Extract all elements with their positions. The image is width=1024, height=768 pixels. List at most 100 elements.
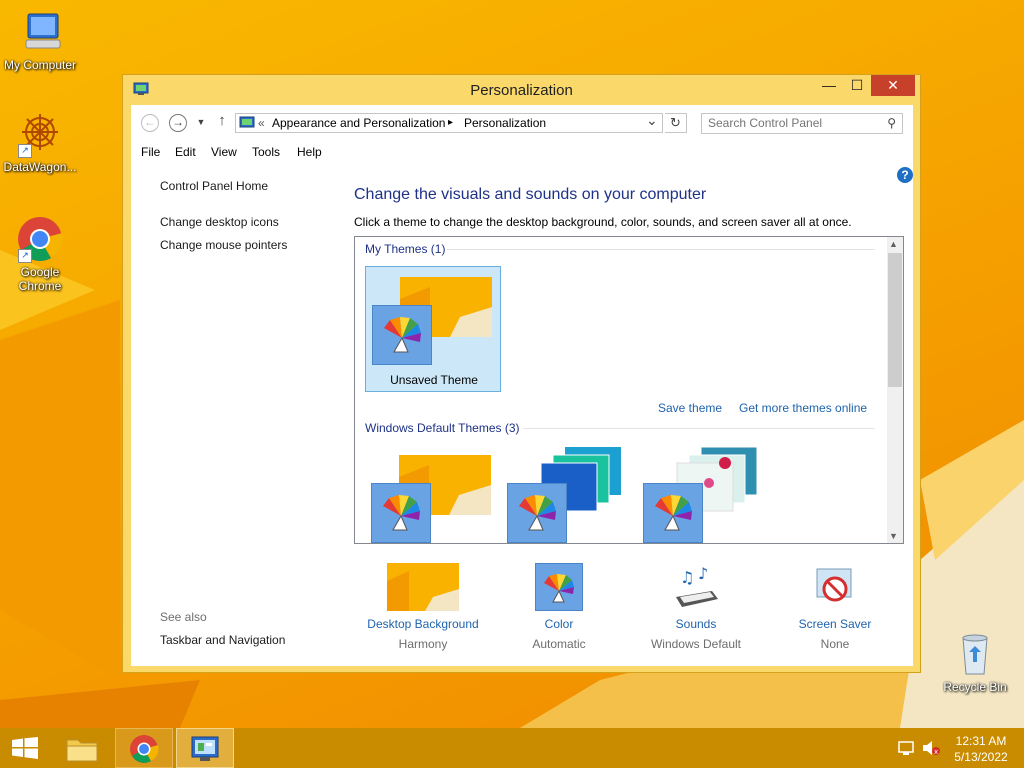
taskbar-navigation-link[interactable]: Taskbar and Navigation <box>160 633 285 647</box>
desktop: My Computer ↗ DataWagon... ↗ Google Chro… <box>0 0 1024 728</box>
recent-locations-chevron-icon[interactable]: ▼ <box>195 115 207 133</box>
shortcut-arrow-icon: ↗ <box>18 144 32 158</box>
page-heading: Change the visuals and sounds on your co… <box>354 186 707 203</box>
svg-text:♫: ♫ <box>680 568 694 587</box>
theme-lines-and-colors[interactable] <box>501 445 637 543</box>
close-button[interactable]: ✕ <box>871 75 915 96</box>
default-themes-title: Windows Default Themes (3) <box>365 421 520 435</box>
breadcrumb-overflow-icon[interactable]: « <box>258 116 265 130</box>
forward-arrow-icon[interactable]: → <box>169 114 187 132</box>
menu-tools[interactable]: Tools <box>252 145 280 159</box>
chrome-icon <box>129 734 159 767</box>
breadcrumb-appearance[interactable]: Appearance and Personalization <box>272 116 445 130</box>
theme-unsaved[interactable]: Unsaved Theme <box>365 266 501 392</box>
folder-icon <box>66 734 98 765</box>
setting-label[interactable]: Color <box>489 617 629 631</box>
up-arrow-icon[interactable]: ↑ <box>215 113 229 131</box>
help-icon[interactable]: ? <box>897 167 913 183</box>
color-palette-icon <box>371 483 431 543</box>
desktop-icon-label: Recycle Bin <box>943 680 1007 694</box>
search-box[interactable]: ⚲ <box>701 113 903 134</box>
menu-help[interactable]: Help <box>297 145 322 159</box>
divider <box>447 249 875 250</box>
address-bar[interactable]: « Appearance and Personalization ▸ Perso… <box>235 112 663 133</box>
see-also-label: See also <box>160 610 207 624</box>
taskbar-control-panel[interactable] <box>176 728 234 768</box>
change-desktop-icons-link[interactable]: Change desktop icons <box>160 215 279 229</box>
desktop-icon-label: DataWagon... <box>3 160 77 174</box>
sounds-icon: ♫ ♪ <box>672 563 720 611</box>
shortcut-arrow-icon: ↗ <box>18 249 32 263</box>
color-setting[interactable]: Color Automatic <box>489 563 629 651</box>
desktop-icon-label: Google Chrome <box>18 265 62 293</box>
taskbar: x 12:31 AM 5/13/2022 <box>0 728 1024 768</box>
control-panel-icon <box>190 735 220 766</box>
setting-label[interactable]: Sounds <box>626 617 766 631</box>
color-palette-icon <box>507 483 567 543</box>
save-theme-link[interactable]: Save theme <box>658 401 722 415</box>
desktop-background-icon <box>387 563 459 611</box>
datawagon-icon: ↗ <box>16 110 64 158</box>
clock-time: 12:31 AM <box>955 734 1007 748</box>
menu-file[interactable]: File <box>141 145 160 159</box>
search-icon[interactable]: ⚲ <box>887 116 896 130</box>
color-palette-icon <box>372 305 432 365</box>
desktop-icon-chrome[interactable]: ↗ Google Chrome <box>0 215 80 293</box>
computer-icon <box>16 8 64 56</box>
svg-text:x: x <box>934 748 938 756</box>
title-bar[interactable]: Personalization — ☐ ✕ <box>123 75 920 105</box>
desktop-icon-datawagon[interactable]: ↗ DataWagon... <box>0 110 80 174</box>
change-mouse-pointers-link[interactable]: Change mouse pointers <box>160 238 287 252</box>
breadcrumb-separator-icon[interactable]: ▸ <box>448 117 453 128</box>
get-more-themes-link[interactable]: Get more themes online <box>739 401 867 415</box>
color-palette-icon <box>643 483 703 543</box>
windows-logo-icon <box>12 737 38 762</box>
address-control-panel-icon <box>239 116 255 133</box>
window-title: Personalization <box>470 82 573 99</box>
minimize-button[interactable]: — <box>815 75 843 96</box>
back-arrow-icon[interactable]: ← <box>141 114 159 132</box>
network-icon[interactable] <box>898 740 916 759</box>
setting-value: Harmony <box>398 637 448 651</box>
clock[interactable]: 12:31 AM 5/13/2022 <box>950 733 1012 765</box>
chrome-icon: ↗ <box>16 215 64 263</box>
breadcrumb-personalization[interactable]: Personalization <box>464 116 546 130</box>
recycle-bin-icon <box>951 630 999 678</box>
setting-value: Automatic <box>532 637 586 651</box>
screen-saver-setting[interactable]: Screen Saver None <box>765 563 905 651</box>
volume-muted-icon[interactable]: x <box>922 740 940 759</box>
menu-edit[interactable]: Edit <box>175 145 196 159</box>
maximize-button[interactable]: ☐ <box>843 75 871 96</box>
control-panel-home-link[interactable]: Control Panel Home <box>160 179 268 193</box>
menu-view[interactable]: View <box>211 145 237 159</box>
screen-saver-icon <box>811 563 859 611</box>
desktop-background-setting[interactable]: Desktop Background Harmony <box>353 563 493 651</box>
taskbar-file-explorer[interactable] <box>54 728 112 768</box>
themes-scrollbar[interactable]: ▲ ▼ <box>887 237 903 543</box>
search-input[interactable] <box>708 116 868 130</box>
svg-text:♪: ♪ <box>698 564 708 583</box>
setting-value: None <box>820 637 850 651</box>
divider <box>523 428 875 429</box>
setting-label[interactable]: Screen Saver <box>765 617 905 631</box>
color-palette-icon <box>535 563 583 611</box>
desktop-icon-recycle-bin[interactable]: Recycle Bin <box>935 630 1015 694</box>
themes-list: My Themes (1) Unsaved Theme Save theme G… <box>354 236 904 544</box>
my-themes-title: My Themes (1) <box>365 242 446 256</box>
sounds-setting[interactable]: ♫ ♪ Sounds Windows Default <box>626 563 766 651</box>
scroll-thumb[interactable] <box>888 253 902 387</box>
desktop-icon-my-computer[interactable]: My Computer <box>0 8 80 72</box>
setting-value: Windows Default <box>650 637 742 651</box>
start-button[interactable] <box>0 728 58 768</box>
page-subtitle: Click a theme to change the desktop back… <box>354 215 852 229</box>
scroll-down-icon[interactable]: ▼ <box>889 531 898 541</box>
clock-date: 5/13/2022 <box>954 750 1008 764</box>
taskbar-chrome[interactable] <box>115 728 173 768</box>
theme-windows[interactable] <box>365 445 501 543</box>
address-dropdown-icon[interactable]: ⌄ <box>646 112 658 129</box>
desktop-icon-label: My Computer <box>3 58 77 72</box>
refresh-icon[interactable]: ↻ <box>665 113 687 133</box>
setting-label[interactable]: Desktop Background <box>353 617 493 631</box>
scroll-up-icon[interactable]: ▲ <box>889 239 898 249</box>
theme-flowers[interactable] <box>637 445 773 543</box>
